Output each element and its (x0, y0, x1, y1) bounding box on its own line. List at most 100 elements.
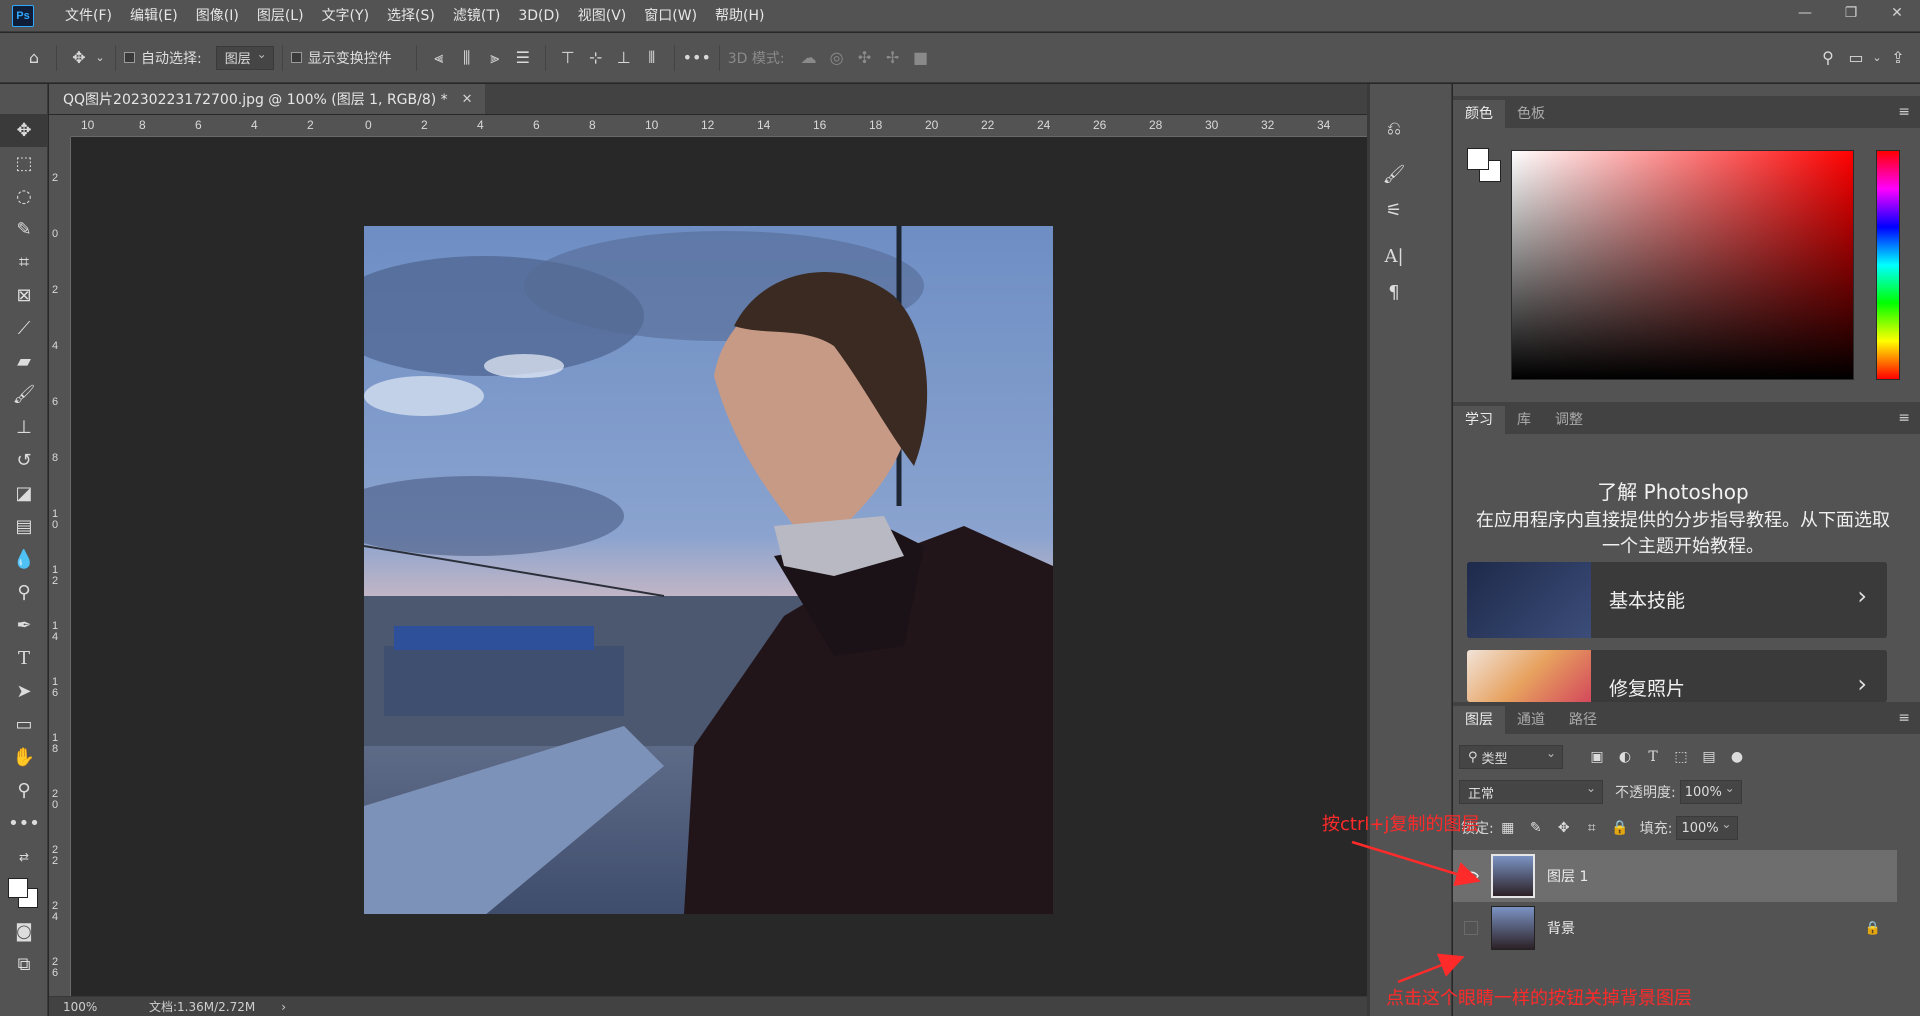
quick-mask-icon[interactable]: ◙ (0, 915, 48, 948)
close-icon[interactable]: ✕ (1874, 0, 1920, 26)
brush-settings-icon[interactable]: 🖌 (1370, 156, 1418, 192)
quick-select-tool-icon[interactable]: ✎ (0, 213, 48, 246)
filter-smart-object-icon[interactable]: ▤ (1695, 744, 1723, 770)
fill-input[interactable]: 100% (1676, 816, 1739, 840)
blend-mode-dropdown[interactable]: 正常 (1459, 780, 1603, 804)
layer-row[interactable]: 图层 1 (1453, 850, 1897, 902)
filter-shape-icon[interactable]: ⬚ (1667, 744, 1695, 770)
filter-pixel-icon[interactable]: ▣ (1583, 744, 1611, 770)
roll-3d-icon[interactable]: ◎ (823, 44, 851, 72)
menu-layer[interactable]: 图层(L) (248, 0, 313, 32)
chevron-down-icon[interactable]: ⌄ (1870, 44, 1884, 72)
history-brush-tool-icon[interactable]: ↺ (0, 444, 48, 477)
lock-all-icon[interactable]: 🔒 (1606, 815, 1634, 841)
zoom-tool-icon[interactable]: ⚲ (0, 774, 48, 807)
more-icon[interactable]: ••• (683, 44, 711, 72)
share-icon[interactable]: ⇪ (1884, 44, 1912, 72)
rectangle-tool-icon[interactable]: ▭ (0, 708, 48, 741)
adjustments-icon[interactable]: ⚟ (1370, 192, 1418, 228)
menu-select[interactable]: 选择(S) (378, 0, 444, 32)
menu-help[interactable]: 帮助(H) (706, 0, 773, 32)
paragraph-panel-icon[interactable]: ¶ (1370, 274, 1418, 310)
foreground-background-swatch[interactable] (1467, 148, 1503, 184)
color-picker-field[interactable] (1511, 150, 1854, 380)
clone-stamp-tool-icon[interactable]: ⊥ (0, 411, 48, 444)
learn-card-basic-skills[interactable]: 基本技能 › (1467, 562, 1887, 638)
panel-menu-icon[interactable]: ≡ (1898, 410, 1910, 426)
blur-tool-icon[interactable]: 💧 (0, 543, 48, 576)
auto-select-checkbox[interactable] (124, 52, 135, 63)
tab-color[interactable]: 颜色 (1453, 100, 1505, 128)
align-right-icon[interactable]: ⫸ (481, 44, 509, 72)
learn-card-fix-photo[interactable]: 修复照片 › (1467, 650, 1887, 702)
close-icon[interactable]: ✕ (462, 92, 473, 107)
menu-view[interactable]: 视图(V) (569, 0, 636, 32)
zoom-level[interactable]: 100% (63, 1000, 123, 1014)
camera-3d-icon[interactable]: ■ (907, 44, 935, 72)
menu-file[interactable]: 文件(F) (56, 0, 121, 32)
panel-menu-icon[interactable]: ≡ (1898, 710, 1910, 726)
tab-swatches[interactable]: 色板 (1505, 100, 1557, 128)
screen-mode-icon[interactable]: ⧉ (0, 948, 48, 981)
edit-toolbar-icon[interactable]: ••• (0, 807, 48, 840)
restore-icon[interactable]: ❐ (1828, 0, 1874, 26)
align-bottom-icon[interactable]: ⊥ (610, 44, 638, 72)
type-tool-icon[interactable]: T (0, 642, 48, 675)
hue-slider[interactable] (1876, 150, 1900, 380)
pen-tool-icon[interactable]: ✒ (0, 609, 48, 642)
gradient-tool-icon[interactable]: ▤ (0, 510, 48, 543)
layer-row[interactable]: 背景 🔒 (1453, 902, 1897, 954)
layer-filter-dropdown[interactable]: ⚲ 类型 (1459, 745, 1563, 769)
marquee-tool-icon[interactable]: ⬚ (0, 147, 48, 180)
crop-tool-icon[interactable]: ⌗ (0, 246, 48, 279)
document-tab[interactable]: QQ图片20230223172700.jpg @ 100% (图层 1, RGB… (49, 84, 485, 114)
distribute-icon[interactable]: ☰ (509, 44, 537, 72)
menu-image[interactable]: 图像(I) (187, 0, 248, 32)
align-left-icon[interactable]: ⫷ (425, 44, 453, 72)
menu-type[interactable]: 文字(Y) (313, 0, 378, 32)
search-icon[interactable]: ⚲ (1814, 44, 1842, 72)
history-panel-icon[interactable]: ⎌ (1370, 110, 1418, 146)
tab-learn[interactable]: 学习 (1453, 406, 1505, 434)
menu-window[interactable]: 窗口(W) (635, 0, 706, 32)
path-select-tool-icon[interactable]: ➤ (0, 675, 48, 708)
layer-name[interactable]: 图层 1 (1547, 866, 1588, 886)
show-transform-checkbox[interactable] (290, 52, 302, 63)
dodge-tool-icon[interactable]: ⚲ (0, 576, 48, 609)
lock-artboard-icon[interactable]: ⌗ (1578, 815, 1606, 841)
move-tool-icon[interactable]: ✥ (0, 114, 48, 147)
tab-channels[interactable]: 通道 (1505, 706, 1557, 734)
lasso-tool-icon[interactable]: ◌ (0, 180, 48, 213)
slide-3d-icon[interactable]: ✢ (879, 44, 907, 72)
healing-brush-tool-icon[interactable]: ▰ (0, 345, 48, 378)
tab-paths[interactable]: 路径 (1557, 706, 1609, 734)
menu-3d[interactable]: 3D(D) (509, 0, 568, 32)
align-middle-icon[interactable]: ⊹ (582, 44, 610, 72)
visibility-toggle[interactable] (1453, 902, 1489, 954)
menu-filter[interactable]: 滤镜(T) (444, 0, 509, 32)
foreground-background-icon[interactable] (0, 873, 48, 915)
tab-libraries[interactable]: 库 (1505, 406, 1543, 434)
lock-position-icon[interactable]: ✥ (1550, 815, 1578, 841)
swap-colors-icon[interactable]: ⇄ (0, 840, 48, 873)
eyedropper-tool-icon[interactable]: ⟋ (0, 312, 48, 345)
filter-toggle-icon[interactable]: ● (1723, 744, 1751, 770)
layer-name[interactable]: 背景 (1547, 918, 1575, 938)
auto-select-dropdown[interactable]: 图层 (215, 45, 274, 70)
opacity-input[interactable]: 100% (1679, 780, 1742, 804)
pan-3d-icon[interactable]: ✣ (851, 44, 879, 72)
eraser-tool-icon[interactable]: ◪ (0, 477, 48, 510)
minimize-icon[interactable]: — (1782, 0, 1828, 26)
align-center-icon[interactable]: ⫼ (453, 44, 481, 72)
tab-adjustments[interactable]: 调整 (1543, 406, 1595, 434)
filter-adjustment-icon[interactable]: ◐ (1611, 744, 1639, 770)
menu-edit[interactable]: 编辑(E) (121, 0, 187, 32)
lock-transparent-icon[interactable]: ▦ (1494, 815, 1522, 841)
home-icon[interactable]: ⌂ (20, 44, 48, 72)
workspace-icon[interactable]: ▭ (1842, 44, 1870, 72)
align-top-icon[interactable]: ⊤ (554, 44, 582, 72)
frame-tool-icon[interactable]: ⊠ (0, 279, 48, 312)
chevron-down-icon[interactable]: ⌄ (93, 44, 107, 72)
document-image[interactable] (364, 226, 1053, 914)
tab-layers[interactable]: 图层 (1453, 706, 1505, 734)
